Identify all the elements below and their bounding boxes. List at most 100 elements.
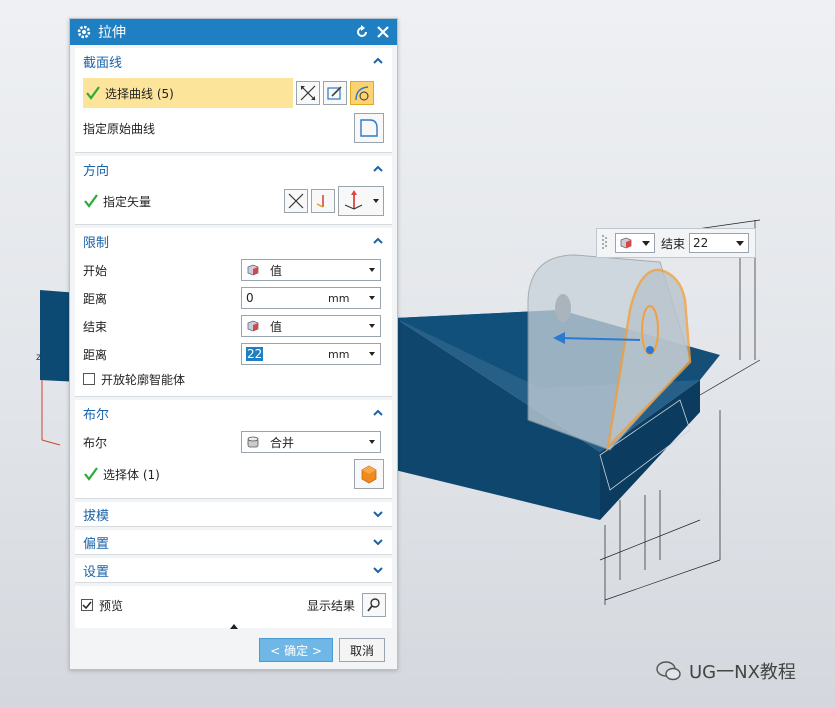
checkmark-icon xyxy=(86,86,100,100)
chevron-down-icon[interactable] xyxy=(368,351,376,357)
section-direction-title: 方向 xyxy=(83,163,110,179)
original-curve-icon xyxy=(360,119,378,137)
mini-end-value-dropdown[interactable]: 22 xyxy=(689,233,750,253)
section-curve-header[interactable]: 截面线 xyxy=(75,48,392,74)
chevron-up-icon xyxy=(373,237,383,244)
boolean-type-dropdown[interactable]: 合并 xyxy=(241,431,381,453)
preview-checkbox[interactable] xyxy=(81,599,93,611)
end-type-dropdown[interactable]: 值 xyxy=(241,315,381,337)
mini-end-value: 22 xyxy=(693,236,709,250)
section-offset: 偏置 xyxy=(75,530,392,555)
reverse-direction-button[interactable] xyxy=(284,189,308,213)
section-limits-header[interactable]: 限制 xyxy=(75,228,392,254)
chevron-down-icon xyxy=(373,199,379,203)
body-cube-icon xyxy=(361,465,377,484)
end-distance-input[interactable]: 22 mm xyxy=(241,343,381,365)
curve-icon xyxy=(355,86,369,101)
checkmark-icon xyxy=(84,467,98,481)
start-label: 开始 xyxy=(83,263,108,278)
original-curve-button[interactable] xyxy=(354,113,384,143)
chevron-down-icon[interactable] xyxy=(368,295,376,301)
select-curve-row[interactable]: 选择曲线 (5) xyxy=(83,78,293,108)
dialog-title: 拉伸 xyxy=(98,25,126,41)
curve-rule-button[interactable] xyxy=(296,81,320,105)
open-profile-label: 开放轮廓智能体 xyxy=(101,372,186,387)
preview-label: 预览 xyxy=(99,598,124,613)
section-boolean-title: 布尔 xyxy=(83,407,110,423)
cube-value-icon xyxy=(247,320,259,332)
end-distance-unit: mm xyxy=(328,347,350,361)
open-profile-checkbox[interactable] xyxy=(83,373,95,385)
start-type-value: 值 xyxy=(270,263,283,278)
watermark: UG一NX教程 xyxy=(655,658,796,684)
chevron-up-icon xyxy=(373,165,383,172)
grip-icon[interactable] xyxy=(601,233,607,253)
chevron-down-icon xyxy=(736,241,745,246)
sketch-section-button[interactable] xyxy=(323,81,347,105)
curve-button[interactable] xyxy=(350,81,374,105)
wechat-logo-icon xyxy=(656,661,681,681)
section-draft: 拔模 xyxy=(75,502,392,527)
cube-value-icon xyxy=(620,237,632,249)
start-distance-value: 0 xyxy=(246,291,254,305)
watermark-text: UG一NX教程 xyxy=(689,662,796,683)
extrude-dialog: 拉伸 截面线 选择曲线 (5) 指定原始曲线 方向 指定矢量 限制 开始 值 距… xyxy=(69,18,398,670)
start-distance-label: 距离 xyxy=(83,291,108,306)
ok-button[interactable]: < 确定 > xyxy=(259,638,333,662)
checkbox-check-icon xyxy=(82,601,92,610)
mini-limit-type-dropdown[interactable] xyxy=(615,233,655,253)
show-result-label: 显示结果 xyxy=(306,598,355,613)
end-distance-value: 22 xyxy=(246,347,264,361)
vector-type-dropdown[interactable] xyxy=(338,186,384,216)
expand-triangle-icon[interactable] xyxy=(229,622,239,630)
chevron-down-icon xyxy=(373,539,383,546)
section-draft-header[interactable]: 拔模 xyxy=(75,502,392,526)
chevron-up-icon xyxy=(373,57,383,64)
vector-label: 指定矢量 xyxy=(103,194,152,209)
select-body-label: 选择体 (1) xyxy=(103,467,160,482)
vector-dialog-button[interactable] xyxy=(311,189,335,213)
section-draft-title: 拔模 xyxy=(83,508,110,524)
sketch-icon xyxy=(327,86,342,100)
select-curve-label: 选择曲线 (5) xyxy=(105,86,174,101)
dialog-title-bar[interactable]: 拉伸 xyxy=(70,19,397,45)
chevron-down-icon xyxy=(373,511,383,518)
section-settings-title: 设置 xyxy=(83,564,110,580)
cube-value-icon xyxy=(247,264,259,276)
boolean-label: 布尔 xyxy=(83,435,108,450)
end-type-value: 值 xyxy=(270,319,283,334)
start-distance-unit: mm xyxy=(328,291,350,305)
section-direction-header[interactable]: 方向 xyxy=(75,156,392,182)
vector-icon xyxy=(316,195,324,208)
start-distance-input[interactable]: 0 mm xyxy=(241,287,381,309)
chevron-down-icon xyxy=(369,324,375,328)
section-boolean-header[interactable]: 布尔 xyxy=(75,400,392,426)
original-curve-label: 指定原始曲线 xyxy=(83,121,156,136)
cross-arrows-icon xyxy=(288,193,304,209)
chevron-down-icon xyxy=(373,567,383,574)
gear-icon[interactable] xyxy=(76,24,92,40)
section-boolean: 布尔 布尔 合并 选择体 (1) xyxy=(75,400,392,499)
end-distance-label: 距离 xyxy=(83,347,108,362)
boolean-type-value: 合并 xyxy=(270,435,295,450)
end-label: 结束 xyxy=(83,319,108,334)
chevron-down-icon xyxy=(642,241,650,246)
mini-toolbar: 结束 22 xyxy=(596,228,756,258)
section-settings-header[interactable]: 设置 xyxy=(75,558,392,582)
section-direction: 方向 指定矢量 xyxy=(75,156,392,225)
start-type-dropdown[interactable]: 值 xyxy=(241,259,381,281)
checkmark-icon xyxy=(84,194,98,208)
section-limits-title: 限制 xyxy=(83,235,110,251)
chevron-down-icon xyxy=(369,268,375,272)
axis-triad xyxy=(41,380,61,446)
close-icon[interactable] xyxy=(375,24,391,40)
chevron-up-icon xyxy=(373,409,383,416)
cancel-button[interactable]: 取消 xyxy=(338,638,385,662)
reset-icon[interactable] xyxy=(354,24,370,40)
show-result-button[interactable] xyxy=(362,593,386,617)
select-body-button[interactable] xyxy=(354,459,384,489)
magnifier-icon xyxy=(367,598,380,612)
dialog-buttons: < 确定 > 取消 xyxy=(70,628,397,662)
unite-icon xyxy=(247,436,259,448)
section-offset-header[interactable]: 偏置 xyxy=(75,530,392,554)
